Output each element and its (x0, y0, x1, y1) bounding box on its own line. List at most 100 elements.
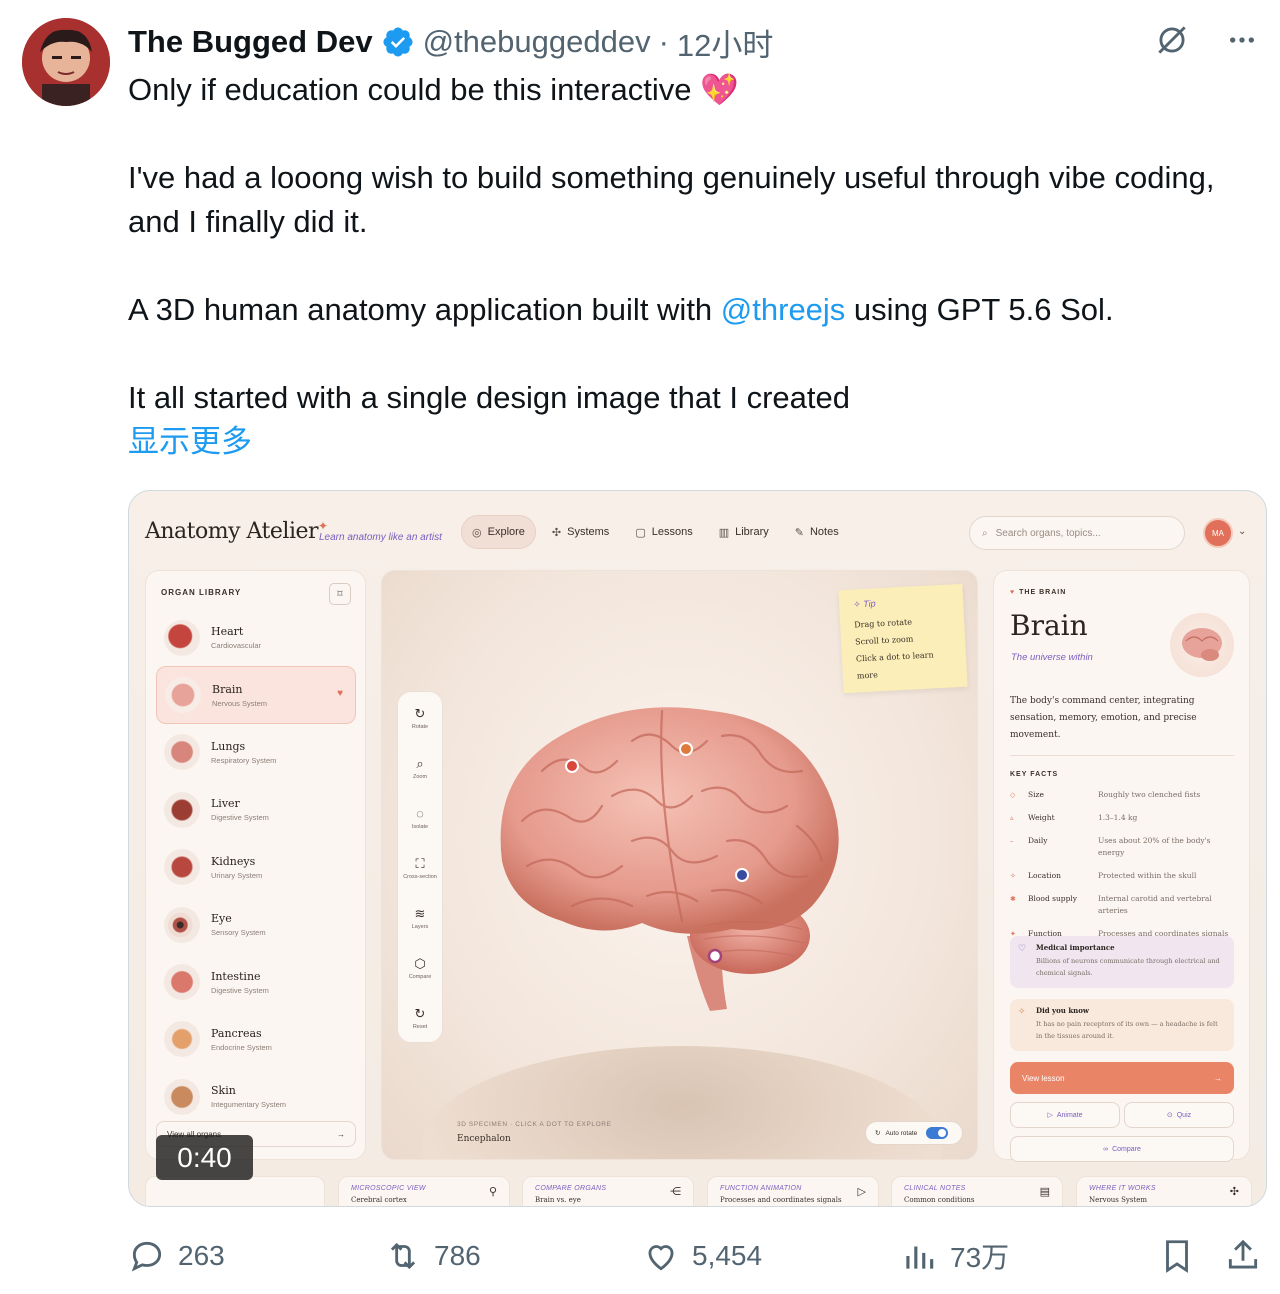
organ-name: Heart (211, 625, 244, 639)
weight-icon: ▵ (1010, 814, 1014, 822)
fact-value: Uses about 20% of the body's energy (1098, 836, 1211, 857)
medical-importance-box: ♡ Medical importance Billions of neurons… (1010, 936, 1234, 988)
author-handle[interactable]: @thebuggeddev (423, 24, 651, 60)
organ-item-intestine[interactable]: Intestine Digestive System (156, 953, 356, 1010)
brain-3d-model[interactable] (482, 691, 862, 1021)
tweet-paragraph-2: I've had a looong wish to build somethin… (128, 160, 1215, 239)
hotspot-red[interactable] (565, 759, 579, 773)
tip-title: ✧ Tip (852, 598, 876, 610)
layers-icon: ≋ (414, 905, 426, 921)
nav-library[interactable]: ▥ Library (709, 515, 779, 549)
divider (1010, 755, 1234, 756)
organ-library-panel: ORGAN LIBRARY ⌑ Heart Cardiovascular Brai… (145, 570, 366, 1160)
compare-label: Compare (1112, 1145, 1141, 1153)
hotspot-purple[interactable] (707, 948, 723, 964)
specimen-caption: 3D SPECIMEN · CLICK A DOT TO EXPLORE (457, 1121, 612, 1128)
retweet-button[interactable]: 786 (384, 1232, 481, 1280)
tool-cross-section[interactable]: ⛶ Cross-section (398, 844, 442, 892)
organ-name: Eye (211, 912, 232, 926)
bottom-card-empty (145, 1176, 325, 1206)
like-button[interactable]: 5,454 (642, 1232, 762, 1280)
fact-row: ✱ Blood supply Internal carotid and verteb… (1010, 893, 1234, 917)
animate-button[interactable]: ▷ Animate (1010, 1102, 1120, 1128)
quiz-button[interactable]: ⊙ Quiz (1124, 1102, 1234, 1128)
chevron-down-icon[interactable]: ⌄ (1238, 526, 1246, 537)
hotspot-blue[interactable] (735, 868, 749, 882)
organ-item-brain[interactable]: Brain Nervous System ♥ (156, 666, 356, 724)
detail-description: The body's command center, integrating s… (1010, 696, 1197, 740)
organ-system: Endocrine System (211, 1042, 272, 1052)
bookmark-button[interactable] (1158, 1232, 1196, 1280)
card-microscopic-view[interactable]: MICROSCOPIC VIEW Cerebral cortex ⚲ (338, 1176, 510, 1206)
detail-kicker-text: THE BRAIN (1019, 589, 1067, 596)
card-function-animation[interactable]: FUNCTION ANIMATION Processes and coordina… (707, 1176, 879, 1206)
views-button[interactable]: 73万 (900, 1232, 1009, 1280)
app-search-input[interactable]: ⌕ Search organs, topics... (969, 516, 1185, 550)
reply-button[interactable]: 263 (128, 1232, 225, 1280)
organ-item-lungs[interactable]: Lungs Respiratory System (156, 724, 356, 781)
tool-label: Isolate (411, 823, 429, 830)
intestine-organ-icon (164, 964, 200, 1001)
user-avatar[interactable]: MA (1203, 518, 1233, 548)
author-avatar[interactable] (22, 18, 110, 106)
tweet-video[interactable]: Anatomy Atelier✦ Learn anatomy like an a… (128, 490, 1267, 1207)
key-facts-list: ◇ Size Roughly two clenched fists ▵ Weight 1… (1010, 789, 1234, 951)
favorite-heart-icon[interactable]: ♥ (337, 688, 343, 699)
app-topbar: Anatomy Atelier✦ Learn anatomy like an a… (129, 491, 1266, 569)
tweet-header: The Bugged Dev @thebuggeddev · 12小时 (128, 20, 773, 65)
detail-subtitle: The universe within (1011, 652, 1093, 663)
heart-organ-icon (164, 619, 200, 656)
organ-item-pancreas[interactable]: Pancreas Endocrine System (156, 1011, 356, 1068)
card-label: FUNCTION ANIMATION (720, 1185, 802, 1192)
organ-item-eye[interactable]: Eye Sensory System (156, 896, 356, 953)
book-icon: ▢ (635, 526, 646, 539)
more-icon[interactable] (1222, 20, 1262, 60)
fact-row: ◇ Size Roughly two clenched fists (1010, 789, 1234, 801)
organ-name: Brain (212, 682, 243, 696)
grok-icon[interactable] (1152, 20, 1192, 60)
organ-system: Nervous System (212, 698, 268, 708)
specimen-name: Encephalon (457, 1134, 511, 1144)
tool-label: Cross-section (403, 873, 437, 880)
info-title: Did you know (1036, 1006, 1089, 1015)
quiz-label: Quiz (1176, 1111, 1192, 1119)
organ-item-skin[interactable]: Skin Integumentary System (156, 1068, 356, 1125)
mention-link[interactable]: @threejs (721, 292, 846, 327)
tool-zoom[interactable]: ⌕ Zoom (398, 744, 442, 792)
card-clinical-notes[interactable]: CLINICAL NOTES Common conditions ▤ (891, 1176, 1063, 1206)
nav-lessons[interactable]: ▢ Lessons (625, 515, 702, 549)
hotspot-orange[interactable] (679, 742, 693, 756)
tool-layers[interactable]: ≋ Layers (398, 894, 442, 942)
nav-notes[interactable]: ✎ Notes (785, 515, 849, 549)
eye-organ-icon (164, 906, 200, 943)
tweet-timestamp[interactable]: 12小时 (677, 20, 773, 65)
organ-item-heart[interactable]: Heart Cardiovascular (156, 609, 356, 666)
organ-item-liver[interactable]: Liver Digestive System (156, 781, 356, 838)
nav-systems[interactable]: ✣ Systems (542, 515, 619, 549)
location-icon: ✧ (1010, 872, 1016, 880)
view-lesson-button[interactable]: View lesson → (1010, 1062, 1234, 1094)
show-more-link[interactable]: 显示更多 (128, 420, 252, 464)
organ-system: Respiratory System (211, 755, 277, 765)
tool-reset[interactable]: ↻ Reset (398, 994, 442, 1042)
info-text: Billions of neurons communicate through … (1036, 957, 1220, 977)
card-where-it-works[interactable]: WHERE IT WORKS Nervous System ✣ (1076, 1176, 1252, 1206)
card-label: MICROSCOPIC VIEW (351, 1185, 426, 1192)
card-sub: Brain vs. eye (535, 1196, 581, 1204)
card-compare-organs[interactable]: COMPARE ORGANS Brain vs. eye ⋲ (522, 1176, 694, 1206)
paragraph-3-end: using GPT 5.6 Sol. (845, 292, 1114, 327)
toggle-switch[interactable] (926, 1127, 949, 1139)
tool-rotate[interactable]: ↻ Rotate (398, 694, 442, 742)
compare-button[interactable]: ∞ Compare (1010, 1136, 1234, 1162)
auto-rotate-toggle[interactable]: ↻ Auto rotate (865, 1121, 963, 1145)
share-button[interactable] (1224, 1232, 1262, 1280)
nav-explore[interactable]: ◎ Explore (461, 515, 536, 549)
3d-viewport[interactable]: ↻ Rotate ⌕ Zoom ◌ Isolate ⛶ Cross-section ≋ L… (381, 570, 978, 1160)
display-name[interactable]: The Bugged Dev (128, 24, 373, 60)
bookmark-icon[interactable]: ⌑ (329, 583, 351, 605)
organ-item-kidneys[interactable]: Kidneys Urinary System (156, 839, 356, 896)
tweet-action-bar: 263 786 5,454 73万 (128, 1232, 1268, 1280)
tool-isolate[interactable]: ◌ Isolate (398, 794, 442, 842)
tool-compare[interactable]: ⬡ Compare (398, 944, 442, 992)
organ-system: Digestive System (211, 985, 269, 995)
